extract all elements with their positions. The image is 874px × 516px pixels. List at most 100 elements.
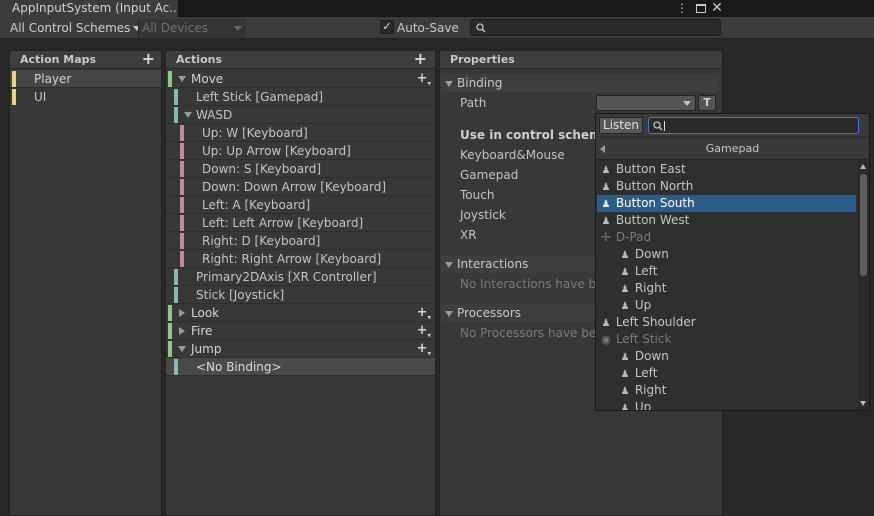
- expand-arrow-icon[interactable]: [179, 309, 185, 317]
- person-icon: ♟: [601, 318, 611, 329]
- part-label: Right: Right Arrow [Keyboard]: [202, 252, 382, 266]
- person-icon: ♟: [620, 403, 630, 410]
- action-label: Fire: [191, 324, 213, 338]
- control-item-stick-down[interactable]: ♟ Down: [597, 348, 856, 365]
- popup-scrollbar[interactable]: [858, 161, 869, 410]
- close-icon[interactable]: ✕: [710, 0, 724, 17]
- use-in-scheme-label: Use in control scheme: [460, 128, 610, 142]
- binding-color-bar: [174, 287, 178, 303]
- control-item-dpad-up[interactable]: ♟ Up: [597, 297, 856, 314]
- control-item-label: Up: [634, 400, 652, 410]
- part-color-bar: [180, 125, 184, 141]
- control-item-label: Button South: [615, 196, 695, 210]
- control-item-button-east[interactable]: ♟ Button East: [597, 161, 856, 178]
- person-icon: ♟: [601, 216, 611, 227]
- control-item-left-shoulder[interactable]: ♟ Left Shoulder: [597, 314, 856, 331]
- binding-color-bar: [174, 269, 178, 285]
- action-label: Jump: [191, 342, 222, 356]
- add-action-map-button[interactable]: +: [142, 49, 155, 68]
- control-item-left-stick[interactable]: ◉ Left Stick: [597, 331, 856, 348]
- control-item-dpad-right[interactable]: ♟ Right: [597, 280, 856, 297]
- control-item-label: Up: [634, 298, 652, 312]
- popup-category-header[interactable]: Gamepad: [596, 138, 869, 160]
- composite-part-row[interactable]: Right: Right Arrow [Keyboard]: [166, 250, 435, 268]
- control-item-stick-right[interactable]: ♟ Right: [597, 382, 856, 399]
- action-row-jump[interactable]: Jump +▾: [166, 340, 435, 358]
- control-item-label: Button East: [615, 162, 686, 176]
- path-dropdown[interactable]: [596, 95, 696, 111]
- part-color-bar: [180, 143, 184, 159]
- action-label: Move: [191, 72, 224, 86]
- action-map-item-player[interactable]: Player: [10, 70, 161, 88]
- composite-part-row[interactable]: Up: W [Keyboard]: [166, 124, 435, 142]
- person-icon: ♟: [620, 284, 630, 295]
- binding-row[interactable]: Left Stick [Gamepad]: [166, 88, 435, 106]
- binding-section-label: Binding: [457, 76, 503, 90]
- composite-part-row[interactable]: Right: D [Keyboard]: [166, 232, 435, 250]
- part-label: Down: Down Arrow [Keyboard]: [202, 180, 387, 194]
- control-item-dpad-left[interactable]: ♟ Left: [597, 263, 856, 280]
- popup-search-input[interactable]: [648, 117, 859, 134]
- devices-dropdown[interactable]: All Devices: [142, 19, 242, 37]
- control-schemes-label: All Control Schemes: [10, 21, 131, 35]
- action-row-move[interactable]: Move +▾: [166, 70, 435, 88]
- listen-button[interactable]: Listen: [599, 117, 643, 134]
- part-label: Left: Left Arrow [Keyboard]: [202, 216, 364, 230]
- control-item-button-west[interactable]: ♟ Button West: [597, 212, 856, 229]
- action-map-item-ui[interactable]: UI: [10, 88, 161, 106]
- window-tab[interactable]: AppInputSystem (Input Ac...: [0, 0, 178, 17]
- composite-part-row[interactable]: Down: S [Keyboard]: [166, 160, 435, 178]
- text-cursor: [664, 121, 665, 131]
- expand-arrow-icon[interactable]: [178, 76, 186, 82]
- expand-arrow-icon[interactable]: [184, 112, 192, 118]
- control-item-label: Left: [634, 264, 658, 278]
- scroll-up-icon[interactable]: [860, 164, 866, 169]
- composite-part-row[interactable]: Down: Down Arrow [Keyboard]: [166, 178, 435, 196]
- processors-section-label: Processors: [457, 306, 522, 320]
- binding-row[interactable]: Stick [Joystick]: [166, 286, 435, 304]
- composite-part-row[interactable]: Left: Left Arrow [Keyboard]: [166, 214, 435, 232]
- control-item-dpad[interactable]: ✛ D-Pad: [597, 229, 856, 246]
- control-item-stick-left[interactable]: ♟ Left: [597, 365, 856, 382]
- control-item-button-north[interactable]: ♟ Button North: [597, 178, 856, 195]
- action-maps-header: Action Maps: [10, 51, 161, 69]
- kebab-menu-icon[interactable]: ⋮: [676, 0, 688, 17]
- devices-label: All Devices: [142, 21, 208, 35]
- maximize-icon[interactable]: [694, 0, 708, 17]
- part-color-bar: [180, 161, 184, 177]
- composite-row-wasd[interactable]: WASD: [166, 106, 435, 124]
- scheme-label-touch: Touch: [460, 188, 495, 202]
- scroll-down-icon[interactable]: [860, 401, 866, 406]
- action-row-fire[interactable]: Fire +▾: [166, 322, 435, 340]
- scrollbar-thumb[interactable]: [860, 174, 867, 276]
- composite-part-row[interactable]: Left: A [Keyboard]: [166, 196, 435, 214]
- control-picker-popup: Listen Gamepad ♟ Button East ♟ Button No…: [595, 113, 870, 411]
- person-icon: ♟: [620, 250, 630, 261]
- path-label: Path: [460, 96, 487, 110]
- search-input[interactable]: [470, 19, 721, 36]
- actions-panel: Actions + Move +▾ Left Stick [Gamepad] W…: [165, 49, 436, 516]
- composite-part-row[interactable]: Up: Up Arrow [Keyboard]: [166, 142, 435, 160]
- control-item-dpad-down[interactable]: ♟ Down: [597, 246, 856, 263]
- control-item-stick-up[interactable]: ♟ Up: [597, 399, 856, 410]
- expand-arrow-icon[interactable]: [178, 346, 186, 352]
- text-mode-button[interactable]: T: [698, 95, 716, 111]
- binding-row-selected[interactable]: <No Binding>: [166, 358, 435, 376]
- control-item-label: Right: [634, 281, 667, 295]
- binding-section-header[interactable]: Binding: [441, 74, 719, 92]
- action-row-look[interactable]: Look +▾: [166, 304, 435, 322]
- control-item-button-south[interactable]: ♟ Button South: [597, 195, 856, 212]
- action-color-bar: [168, 71, 172, 87]
- control-list: ♟ Button East ♟ Button North ♟ Button So…: [596, 161, 858, 410]
- add-action-button[interactable]: +: [414, 49, 427, 68]
- autosave-checkbox[interactable]: ✓: [380, 20, 394, 34]
- processors-empty-text: No Processors have bee: [460, 326, 604, 340]
- person-icon: ♟: [620, 369, 630, 380]
- dpad-icon: ✛: [600, 230, 612, 244]
- control-item-label: Down: [634, 247, 669, 261]
- binding-color-bar: [174, 89, 178, 105]
- control-schemes-dropdown[interactable]: All Control Schemes: [10, 19, 142, 37]
- expand-arrow-icon[interactable]: [179, 327, 185, 335]
- control-item-label: Left Shoulder: [615, 315, 696, 329]
- binding-row[interactable]: Primary2DAxis [XR Controller]: [166, 268, 435, 286]
